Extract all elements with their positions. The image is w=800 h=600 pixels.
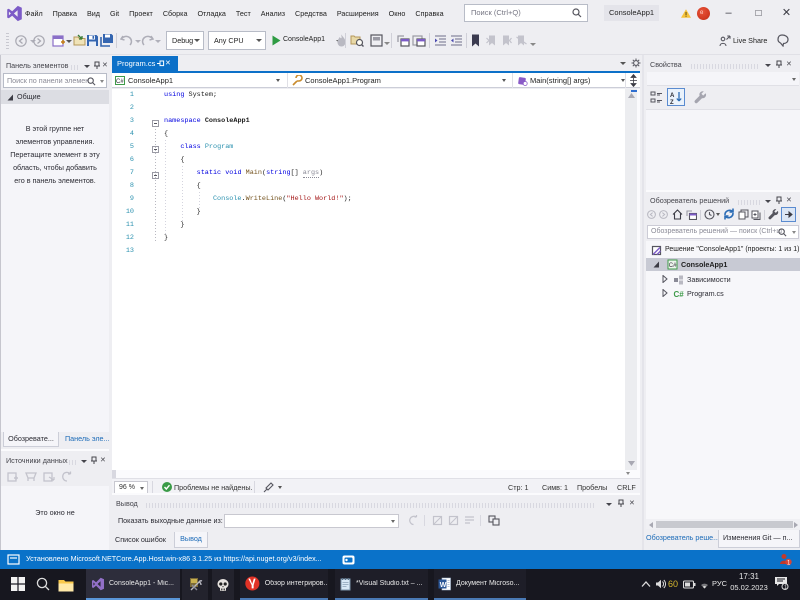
svg-text:A: A xyxy=(670,93,675,99)
svg-text:C#: C# xyxy=(674,290,685,299)
svg-text:C#: C# xyxy=(669,263,677,269)
svg-text:W: W xyxy=(440,581,447,588)
svg-text:Z: Z xyxy=(670,100,674,104)
svg-text:1: 1 xyxy=(784,584,788,590)
svg-text:C#: C# xyxy=(116,79,124,85)
